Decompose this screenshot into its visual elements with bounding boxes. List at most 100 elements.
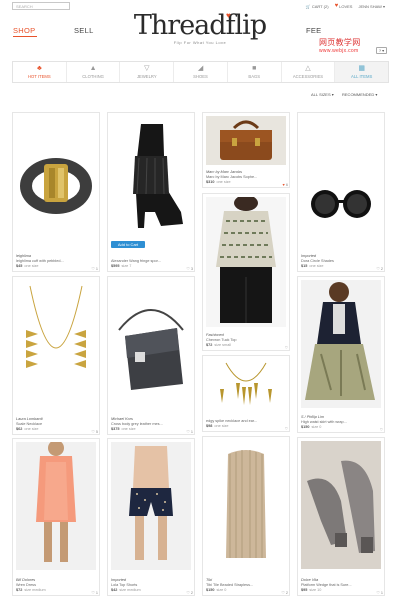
product-size: size 7 [121,264,132,268]
product-card[interactable]: Marc by Marc Jacobs Marc by Marc Jacobs … [202,112,290,188]
page: SEARCH 🛒 CART (2) ♥ LOVES JENN SHAW ▾ Thre… [0,0,401,599]
product-meta: Laura Lombardi Scale Necklace $62 one siz… [16,417,96,432]
sort-select[interactable]: RECOMMENDED ▾ [342,92,377,97]
product-price: $150 [301,425,310,429]
category-label: BAGS [248,74,261,79]
category-bags[interactable]: ■ BAGS [228,62,282,82]
like-button[interactable]: ♡ [285,345,288,350]
heart-icon: ♡ [186,430,190,434]
like-button[interactable]: ♡ 1 [186,429,193,434]
hanger-icon: △ [305,65,311,72]
product-size: size small [214,343,232,347]
like-count: 1 [95,267,98,271]
category-shoes[interactable]: ◢ SHOES [174,62,228,82]
product-image[interactable] [206,116,286,165]
like-button[interactable]: ♡ 1 [91,266,98,271]
watermark-title: 网页教学网 [319,38,361,47]
product-image[interactable] [301,441,381,569]
like-count: 3 [190,267,193,271]
product-image[interactable] [206,197,286,327]
product-card[interactable]: S / Phillip Lim High waist skirt with wr… [297,276,385,433]
product-meta: Dolce Vita Platform Wedge that is Sure..… [301,578,381,593]
product-price: $310 [206,180,215,184]
product-card[interactable]: Imported Lola Top Shorts $42 size medium … [107,438,195,596]
size-filter[interactable]: ALL SIZES ▾ [311,92,334,97]
product-price: $375 [111,427,120,431]
like-button[interactable]: ♡ [285,426,288,431]
logo[interactable]: Threadflip [124,11,276,41]
help-button[interactable]: ? ▾ [376,47,387,54]
product-price: $72 [16,588,23,592]
product-card[interactable]: Imported Dora Circle Shades $15 one size … [297,112,385,272]
product-meta: Imported Dora Circle Shades $15 one size [301,254,381,269]
cart-label: CART (2) [311,3,329,9]
bag-icon: ■ [252,65,257,72]
product-meta: edgy spike necklace and ear... $98 one si… [206,419,286,429]
product-image[interactable] [301,280,381,408]
heart-icon: ♡ [284,427,288,431]
category-all-items[interactable]: ▦ ALL ITEMS [335,62,389,82]
user-menu[interactable]: JENN SHAW ▾ [358,4,385,9]
search-input[interactable]: SEARCH [12,2,70,10]
product-image[interactable] [16,116,96,244]
product-card[interactable]: edgy spike necklace and ear... $98 one si… [202,355,290,432]
heart-icon: ♥ [334,3,339,9]
like-button[interactable]: ♡ 2 [281,590,288,595]
nav-feed[interactable]: FEE [306,26,322,35]
product-image[interactable] [111,280,191,406]
product-meta: Michael Kors Cross body grey leather mes… [111,417,191,432]
nav-sell[interactable]: SELL [74,26,94,35]
product-price: $95 [301,588,308,592]
product-price: $15 [301,264,308,268]
like-button[interactable]: ♥ 6 [283,183,288,187]
add-to-cart-button[interactable]: Add to Cart [111,241,145,248]
product-image[interactable] [16,280,96,406]
heart-icon: ♡ [376,267,380,271]
like-button[interactable]: ♡ 3 [186,266,193,271]
category-accessories[interactable]: △ ACCESSORIES [282,62,336,82]
product-price: $42 [111,588,118,592]
product-meta: Alexander Wang fringe spor... $595 size 7 [111,259,191,269]
heart-icon: ♡ [376,591,380,595]
product-card[interactable]: Bill Dolores Wren Dress $72 size medium ♡… [12,438,100,596]
product-card[interactable]: Add to Cart Alexander Wang fringe spor..… [107,112,195,272]
product-size: one size [24,264,39,268]
like-button[interactable]: ♡ 1 [91,590,98,595]
category-jewelry[interactable]: ▽ JEWELRY [120,62,175,82]
product-card[interactable]: Michael Kors Cross body grey leather mes… [107,276,195,435]
product-meta: S / Phillip Lim High waist skirt with wr… [301,415,381,430]
like-button[interactable]: ♡ 5 [91,429,98,434]
category-clothing[interactable]: ▲ CLOTHING [67,62,121,82]
product-size: size 10 [309,588,322,592]
like-button[interactable]: ♡ 2 [186,590,193,595]
heart-icon: ♡ [379,428,383,432]
heart-icon: ♡ [91,430,95,434]
like-count: 1 [190,430,193,434]
nav-shop[interactable]: SHOP [13,26,35,35]
like-button[interactable]: ♡ 1 [376,590,383,595]
product-image[interactable] [301,116,381,244]
product-image[interactable] [111,442,191,570]
product-image[interactable] [16,442,96,570]
like-button[interactable]: ♡ [380,427,383,432]
loves-link[interactable]: ♥ LOVES [335,3,353,9]
cart-link[interactable]: 🛒 CART (2) [306,4,329,9]
product-card[interactable]: Fashioned Chevron Tuck Top $72 size small… [202,193,290,351]
product-size: one size [216,180,231,184]
product-size: one size [309,264,324,268]
logo-heart-icon: ♥ [226,11,231,20]
like-button[interactable]: ♡ 2 [376,266,383,271]
category-hot-items[interactable]: ♣ HOT ITEMS [13,62,67,82]
heart-icon: ♡ [281,591,285,595]
product-card[interactable]: leighlima leighlima cuff with pebbled...… [12,112,100,272]
product-image[interactable] [111,116,191,240]
product-card[interactable]: Dolce Vita Platform Wedge that is Sure..… [297,437,385,596]
watermark-url: www.webjx.com [319,48,359,54]
product-image[interactable] [206,440,286,570]
product-card[interactable]: Tibi Tibi Tile Beaded Strapless... $150 s… [202,436,290,596]
product-image[interactable] [206,359,286,413]
like-count: 6 [285,183,288,187]
product-card[interactable]: Laura Lombardi Scale Necklace $62 one siz… [12,276,100,435]
heart-icon: ♡ [91,267,95,271]
heart-icon: ♡ [186,591,190,595]
